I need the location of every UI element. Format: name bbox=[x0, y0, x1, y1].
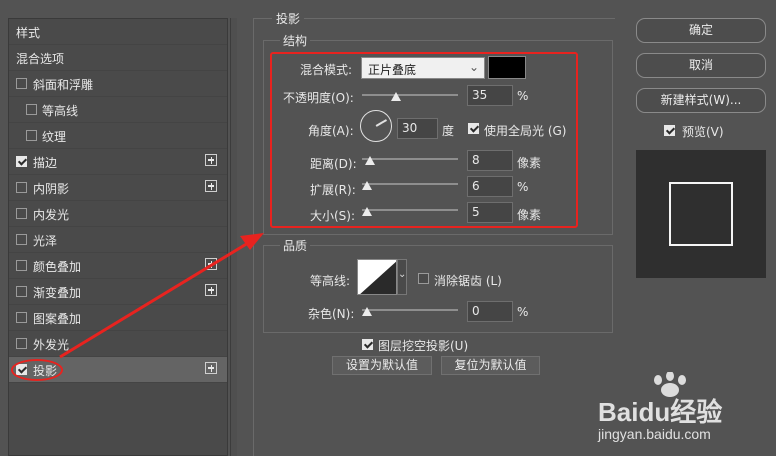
preview-label: 预览(V) bbox=[682, 125, 724, 139]
watermark-url: jingyan.baidu.com bbox=[598, 426, 711, 442]
preview-panel bbox=[636, 150, 766, 278]
baidu-watermark: Baidu经验 jingyan.baidu.com bbox=[596, 372, 772, 450]
ok-button[interactable]: 确定 bbox=[636, 18, 766, 43]
watermark-brand: Baidu经验 bbox=[598, 397, 723, 427]
preview-checkbox[interactable] bbox=[664, 125, 675, 136]
cancel-button[interactable]: 取消 bbox=[636, 53, 766, 78]
new-style-button[interactable]: 新建样式(W)... bbox=[636, 88, 766, 113]
preview-swatch bbox=[669, 182, 733, 246]
arrow-shaft bbox=[59, 238, 254, 359]
